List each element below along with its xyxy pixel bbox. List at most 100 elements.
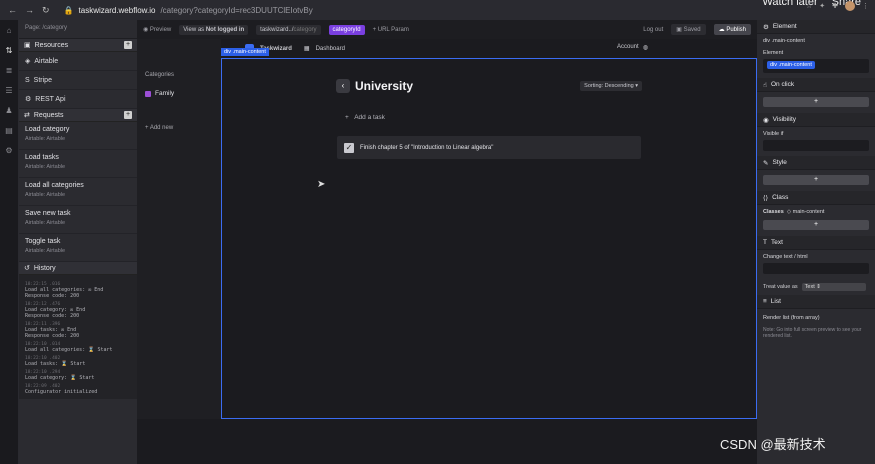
on-click-label: On click (770, 81, 795, 88)
add-task-label: Add a task (354, 114, 385, 121)
add-on-click-button[interactable]: + (763, 97, 869, 107)
history-entry: 18:22:09 .402 Configurator initialized (25, 384, 131, 395)
add-request-button[interactable]: + (124, 111, 132, 119)
request-item[interactable]: Load category Airtable: Airtable (19, 122, 137, 150)
pages-icon[interactable]: ⌂ (5, 26, 14, 35)
back-button[interactable]: ‹ (336, 79, 350, 93)
element-header-label: Element (772, 23, 797, 30)
element-selector[interactable]: div .main-content (763, 59, 869, 73)
browser-extensions: ☆ ✦ ✚ ⋮ (806, 1, 869, 11)
task-checkbox[interactable]: ✓ (344, 142, 354, 153)
forward-arrow-icon[interactable]: → (25, 5, 34, 16)
add-url-param-button[interactable]: + URL Param (373, 27, 409, 33)
add-task-button[interactable]: + Add a task (345, 114, 385, 121)
treat-value-select[interactable]: Text ⇕ (801, 283, 866, 291)
request-name: Save new task (25, 210, 71, 217)
change-text-input[interactable] (763, 263, 869, 274)
history-sub: Response code: 200 (25, 333, 80, 339)
history-log: 18:22:15 .016 Load all categories: ✉ End R… (19, 275, 137, 399)
add-new-label: Add new (149, 125, 174, 131)
request-name: Load category (25, 126, 70, 133)
star-icon[interactable]: ☆ (806, 2, 812, 10)
request-name: Toggle task (25, 238, 61, 245)
history-entry: 18:22:10 .014 Load all categories: ⌛ Star… (25, 342, 131, 353)
add-category-button[interactable]: + Add new (145, 125, 173, 131)
category-item-family[interactable]: Family (145, 90, 174, 97)
main-content-selection[interactable] (221, 58, 757, 419)
kebab-menu-icon[interactable]: ⋮ (862, 2, 869, 10)
task-item[interactable]: ✓ Finish chapter 5 of "Introduction to L… (337, 136, 641, 159)
selected-element-label: div .main-content (221, 48, 269, 56)
visible-if-input[interactable] (763, 140, 869, 151)
mouse-cursor-icon: ➤ (317, 179, 326, 190)
extension-icon[interactable]: ✦ (819, 2, 825, 10)
left-panel: Page: /category ▣ Resources + ◈ Airtable … (19, 20, 137, 464)
request-item[interactable]: Load tasks Airtable: Airtable (19, 150, 137, 178)
preview-button[interactable]: ◉ Preview (143, 26, 171, 33)
api-gear-icon: ⚙ (25, 96, 32, 103)
request-source: Airtable: Airtable (25, 164, 66, 170)
resources-label: Resources (34, 41, 69, 49)
user-circle-icon: ◍ (642, 45, 648, 51)
page-title: University (355, 79, 414, 93)
icon-rail: ⌂ ⇅ ≣ ☰ ♟ ▤ ⚙ (0, 20, 19, 464)
logout-link[interactable]: Log out (643, 27, 663, 33)
database-icon[interactable]: ≣ (5, 66, 14, 75)
history-msg: Configurator initialized (25, 389, 98, 395)
dashboard-grid-icon: ▦ (303, 46, 310, 52)
requests-icon: ⇄ (24, 112, 30, 119)
sorting-dropdown[interactable]: Sorting: Descending ▾ (580, 81, 642, 91)
request-item[interactable]: Load all categories Airtable: Airtable (19, 178, 137, 206)
stripe-icon: S (25, 76, 30, 84)
view-as-label: View as (183, 26, 205, 33)
publish-label: Publish (726, 27, 746, 33)
treat-value-label: Treat value as (763, 284, 798, 290)
request-item[interactable]: Toggle task Airtable: Airtable (19, 234, 137, 262)
category-color-swatch (145, 90, 151, 97)
history-entry: 18:22:15 .016 Load all categories: ✉ End R… (25, 282, 131, 299)
address-bar[interactable]: 🔒 taskwizard.webflow.io/category?categor… (64, 6, 313, 15)
resource-label: REST Api (35, 95, 66, 103)
publish-button[interactable]: ☁ Publish (713, 24, 751, 35)
sorting-value: Sorting: Descending (584, 83, 634, 89)
save-icon: ▣ (676, 27, 682, 33)
file-icon[interactable]: ▤ (5, 126, 14, 135)
add-class-button[interactable]: + (763, 220, 869, 230)
route-param-chip[interactable]: categoryId (328, 24, 365, 35)
element-section-header: ⚙ Element (757, 20, 875, 34)
add-resource-button[interactable]: + (124, 41, 132, 49)
style-label: Style (772, 159, 787, 166)
puzzle-icon[interactable]: ✚ (832, 2, 838, 10)
reload-icon[interactable]: ↻ (42, 5, 50, 16)
view-as-selector[interactable]: View as Not logged in (179, 24, 249, 35)
history-msg: Load all categories: ⌛ Start (25, 347, 113, 353)
resource-item[interactable]: ◈ Airtable (19, 52, 137, 71)
history-msg: Load tasks: ⌛ Start (25, 361, 86, 367)
request-item[interactable]: Save new task Airtable: Airtable (19, 206, 137, 234)
chevron-down-icon: ▾ (635, 83, 638, 89)
add-style-button[interactable]: + (763, 175, 869, 185)
back-arrow-icon[interactable]: ← (8, 5, 17, 16)
request-source: Airtable: Airtable (25, 192, 66, 198)
profile-avatar[interactable] (845, 1, 855, 11)
treat-value-row: Treat value as Text ⇕ (757, 279, 875, 295)
list-icon[interactable]: ☰ (5, 86, 14, 95)
text-label: Text (770, 239, 783, 246)
route-display[interactable]: taskwizard../category (256, 24, 321, 35)
history-header[interactable]: ↺ History (19, 262, 137, 275)
request-name: Load all categories (25, 182, 84, 189)
classes-value[interactable]: main-content (793, 209, 825, 215)
account-menu[interactable]: Account ◍ (617, 44, 648, 51)
style-section-header: ✎ Style (757, 156, 875, 170)
settings-gear-icon[interactable]: ⚙ (5, 146, 14, 155)
resource-item[interactable]: ⚙ REST Api (19, 90, 137, 109)
current-page: Page: /category (19, 20, 137, 39)
resource-item[interactable]: S Stripe (19, 71, 137, 90)
element-icon: ⚙ (763, 23, 769, 31)
saved-button[interactable]: ▣ Saved (671, 24, 706, 35)
categories-header: Categories (145, 72, 175, 78)
data-icon[interactable]: ⇅ (5, 46, 14, 55)
dashboard-link[interactable]: Dashboard (316, 46, 345, 52)
text-icon: T (763, 239, 767, 246)
users-icon[interactable]: ♟ (5, 106, 14, 115)
